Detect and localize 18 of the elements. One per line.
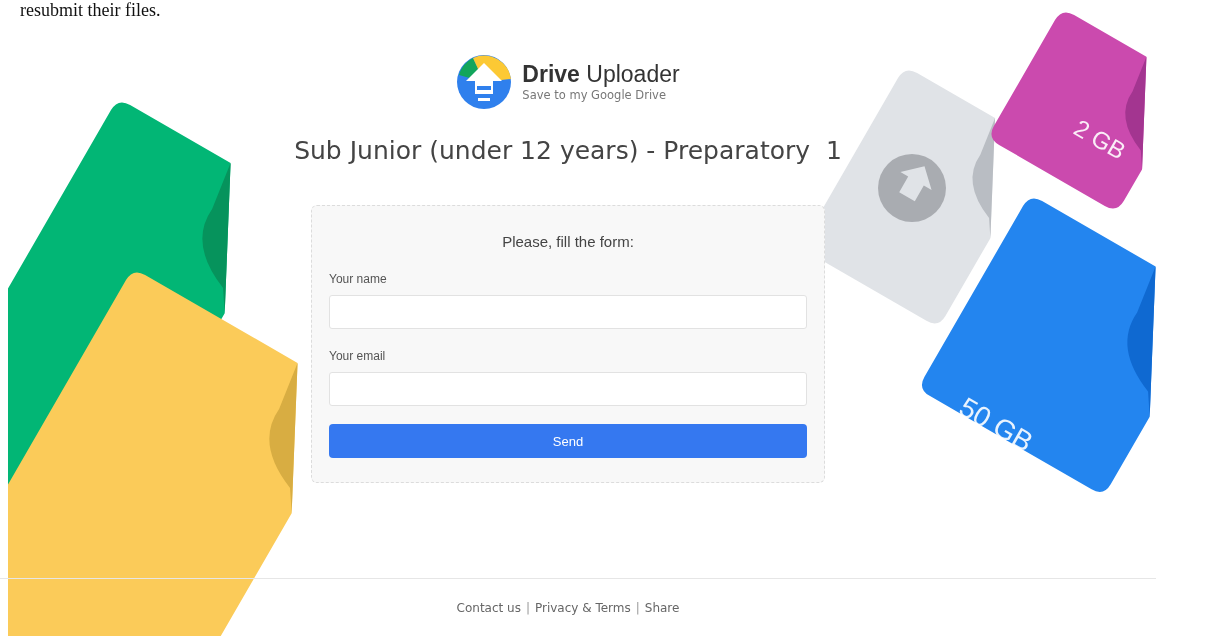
send-button[interactable]: Send — [329, 424, 807, 458]
file-size-label: 50 GB — [954, 391, 1039, 458]
separator-text: | — [635, 601, 640, 615]
logo-icon — [456, 54, 513, 110]
form-heading: Please, fill the form: — [501, 233, 635, 250]
name-field[interactable] — [329, 295, 807, 329]
separator-text: | — [525, 601, 530, 615]
caption-text: resubmit their files. — [20, 0, 161, 20]
brand-name: Drive Uploader — [522, 61, 680, 87]
file-size-label: 2 GB — [1069, 113, 1131, 165]
footer-link[interactable]: Share — [644, 601, 680, 615]
footer-link[interactable]: Contact us — [456, 601, 521, 615]
footer-link[interactable]: Privacy & Terms — [534, 601, 631, 615]
field-label: Your email — [329, 349, 387, 363]
field-label: Your name — [329, 272, 388, 286]
email-field[interactable] — [329, 372, 807, 406]
tagline: Save to my Google Drive — [522, 87, 667, 103]
page-title: Sub Junior (under 12 years) - Preparatory 1 — [294, 136, 842, 165]
